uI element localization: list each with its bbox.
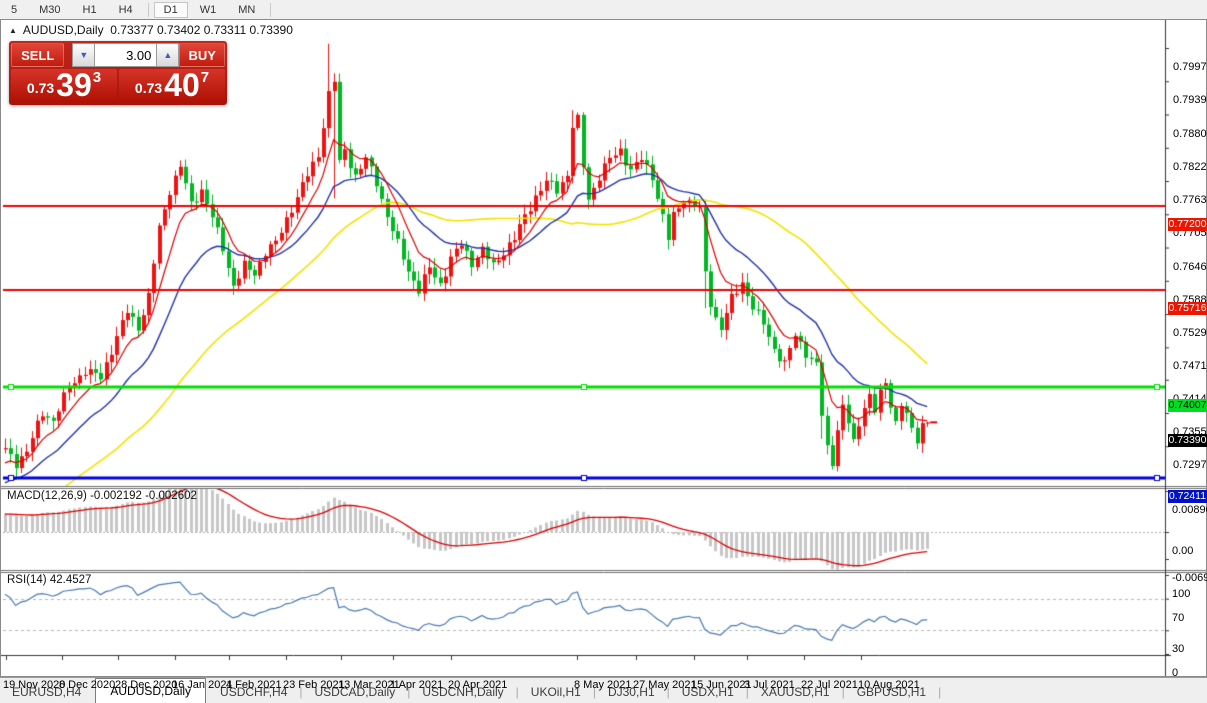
rsi-indicator-value: 42.4527 xyxy=(50,574,92,586)
buy-button[interactable]: BUY xyxy=(179,43,225,67)
chart-header: ▲ AUDUSD,Daily 0.73377 0.73402 0.73311 0.… xyxy=(9,23,293,37)
price-badge-0.77200: 0.77200 xyxy=(1168,218,1207,231)
date-axis-label: 8 Dec 2020 xyxy=(59,679,115,691)
date-axis-label: 19 Nov 2020 xyxy=(3,679,65,691)
price-badge-0.72411: 0.72411 xyxy=(1168,490,1207,503)
date-axis-label: 16 Jan 2021 xyxy=(172,679,233,691)
timeframe-button-m30[interactable]: M30 xyxy=(29,2,70,18)
volume-increase-button[interactable]: ▲ xyxy=(156,43,179,67)
chart-symbol-label: AUDUSD,Daily xyxy=(23,23,104,37)
tab-separator: | xyxy=(938,685,941,703)
chart-ohlc-values: 0.73377 0.73402 0.73311 0.73390 xyxy=(110,23,293,37)
sell-price-sup: 3 xyxy=(93,69,101,86)
price-axis-tick: 0.72970 xyxy=(1173,459,1207,471)
buy-price-prefix: 0.73 xyxy=(135,80,162,96)
one-click-collapse-icon[interactable]: ▲ xyxy=(9,26,17,35)
date-axis-label: 28 Dec 2020 xyxy=(115,679,177,691)
price-axis-tick: 0.77635 xyxy=(1173,194,1207,206)
buy-price-big: 40 xyxy=(164,70,200,100)
macd-axis-label: 0.00 xyxy=(1172,545,1193,557)
price-badge-0.74007: 0.74007 xyxy=(1168,399,1207,412)
date-axis-label: 23 Feb 2021 xyxy=(283,679,345,691)
price-axis-tick: 0.75295 xyxy=(1173,327,1207,339)
date-axis-label: 10 Aug 2021 xyxy=(858,679,920,691)
volume-input[interactable]: 3.00 xyxy=(95,43,156,67)
date-axis-label: 3 Jul 2021 xyxy=(744,679,795,691)
buy-price-panel[interactable]: 0.73 40 7 xyxy=(119,69,225,101)
sell-price-panel[interactable]: 0.73 39 3 xyxy=(11,69,117,101)
rsi-axis-label: 70 xyxy=(1172,612,1184,624)
price-axis-tick: 0.78220 xyxy=(1173,161,1207,173)
timeframe-button-mn[interactable]: MN xyxy=(228,2,265,18)
mt4-terminal: 5M30H1H4 D1W1MN ▲ AUDUSD,Daily 0.73377 0.7… xyxy=(0,0,1207,703)
toolbar-separator xyxy=(148,3,149,17)
rsi-indicator-label: RSI(14) 42.4527 xyxy=(7,574,91,586)
rsi-axis-label: 100 xyxy=(1172,588,1190,600)
rsi-axis-label: 30 xyxy=(1172,643,1184,655)
price-axis-tick: 0.74710 xyxy=(1173,360,1207,372)
price-badge-0.75716: 0.75716 xyxy=(1168,302,1207,315)
chart-canvas[interactable] xyxy=(1,20,1206,676)
timeframe-button-h1[interactable]: H1 xyxy=(73,2,107,18)
price-badge-0.73390: 0.73390 xyxy=(1168,434,1207,447)
date-axis-label: 1 Apr 2021 xyxy=(390,679,443,691)
volume-spinner: ▼ 3.00 ▲ xyxy=(72,43,179,67)
timeframe-button-5[interactable]: 5 xyxy=(1,2,27,18)
date-axis-label: 4 Feb 2021 xyxy=(226,679,282,691)
timeframe-button-h4[interactable]: H4 xyxy=(109,2,143,18)
macd-indicator-values: -0.002192 -0.002602 xyxy=(90,490,197,502)
macd-indicator-label: MACD(12,26,9) -0.002192 -0.002602 xyxy=(7,490,197,502)
price-axis-tick: 0.76465 xyxy=(1173,261,1207,273)
one-click-trading-widget: SELL ▼ 3.00 ▲ BUY 0.73 39 3 0.73 40 7 xyxy=(9,41,227,105)
timeframe-toolbar: 5M30H1H4 D1W1MN xyxy=(0,0,1207,20)
toolbar-separator xyxy=(270,3,271,17)
buy-price-sup: 7 xyxy=(201,69,209,86)
sell-price-prefix: 0.73 xyxy=(27,80,54,96)
macd-axis-label: -0.006974 xyxy=(1172,572,1207,584)
price-axis-tick: 0.79390 xyxy=(1173,94,1207,106)
sell-price-big: 39 xyxy=(56,70,92,100)
date-axis-label: 22 Jul 2021 xyxy=(801,679,858,691)
chart-window: ▲ AUDUSD,Daily 0.73377 0.73402 0.73311 0.… xyxy=(0,19,1207,677)
date-axis-label: 8 May 2021 xyxy=(574,679,631,691)
price-axis-tick: 0.79975 xyxy=(1173,61,1207,73)
date-axis-label: 27 May 2021 xyxy=(633,679,697,691)
timeframe-button-w1[interactable]: W1 xyxy=(190,2,227,18)
macd-axis-label: 0.008903 xyxy=(1172,504,1207,516)
date-axis-label: 20 Apr 2021 xyxy=(448,679,507,691)
sell-button[interactable]: SELL xyxy=(11,43,64,67)
timeframe-button-d1[interactable]: D1 xyxy=(154,2,188,18)
date-axis-label: 15 Jun 2021 xyxy=(691,679,752,691)
rsi-axis-label: 0 xyxy=(1172,667,1178,679)
volume-decrease-button[interactable]: ▼ xyxy=(72,43,95,67)
price-axis-tick: 0.78805 xyxy=(1173,128,1207,140)
